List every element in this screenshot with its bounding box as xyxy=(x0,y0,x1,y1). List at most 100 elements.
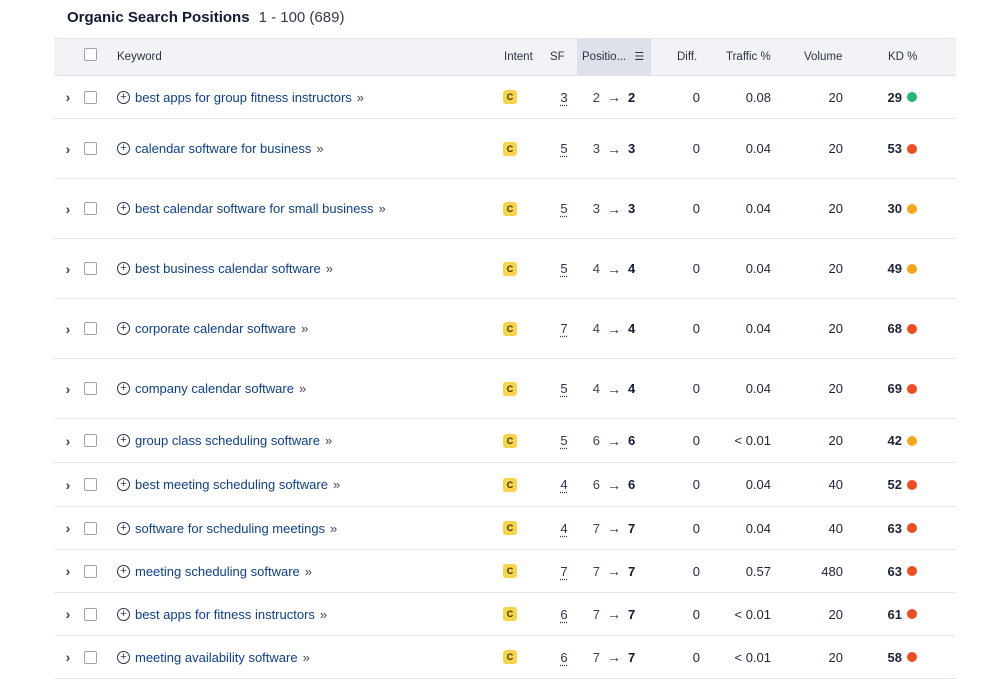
chevron-right-icon[interactable]: › xyxy=(66,433,71,449)
table-row[interactable]: › + group class scheduling software » C 5 6 → 6 0… xyxy=(54,419,956,463)
serp-features-link[interactable]: 6 xyxy=(560,650,567,665)
keyword-link[interactable]: best meeting scheduling software xyxy=(135,477,328,492)
chevron-right-icon[interactable]: › xyxy=(66,563,71,579)
chevron-right-icon[interactable]: › xyxy=(66,520,71,536)
row-checkbox[interactable] xyxy=(84,607,97,621)
keyword-link[interactable]: meeting availability software xyxy=(135,650,298,665)
add-keyword-icon[interactable]: + xyxy=(117,521,130,535)
sort-desc-icon[interactable]: ☰ xyxy=(634,51,644,63)
keyword-overview-icon[interactable]: » xyxy=(303,650,310,665)
keyword-overview-icon[interactable]: » xyxy=(326,261,333,276)
col-sf[interactable]: SF xyxy=(550,39,565,75)
intent-badge[interactable]: C xyxy=(503,141,517,156)
add-keyword-icon[interactable]: + xyxy=(117,478,130,491)
keyword-link[interactable]: best apps for fitness instructors xyxy=(135,607,315,622)
row-checkbox[interactable] xyxy=(84,382,97,395)
table-row[interactable]: › + best business calendar software » C 5 4 → 4 0… xyxy=(54,239,956,299)
intent-badge[interactable]: C xyxy=(503,564,517,578)
table-row[interactable]: › + best apps for group fitness instructor… xyxy=(54,76,956,119)
row-checkbox[interactable] xyxy=(84,434,97,447)
col-position[interactable]: Positio... ☰ xyxy=(577,39,651,75)
col-intent[interactable]: Intent xyxy=(504,39,533,75)
table-row[interactable]: › + company calendar software » C 5 4 → 4 0 0.04 20… xyxy=(54,359,956,419)
intent-badge[interactable]: C xyxy=(503,201,517,216)
col-diff[interactable]: Diff. xyxy=(677,39,697,75)
intent-badge[interactable]: C xyxy=(503,521,517,535)
serp-features-link[interactable]: 5 xyxy=(560,141,567,156)
serp-features-link[interactable]: 7 xyxy=(560,564,567,579)
row-checkbox[interactable] xyxy=(84,478,97,491)
row-checkbox[interactable] xyxy=(84,202,97,215)
keyword-link[interactable]: company calendar software xyxy=(135,381,294,396)
row-checkbox[interactable] xyxy=(84,262,97,275)
row-checkbox[interactable] xyxy=(84,322,97,335)
col-kd[interactable]: KD % xyxy=(888,39,917,75)
table-row[interactable]: › + corporate calendar software » C 7 4 → 4 0 0.04… xyxy=(54,299,956,359)
keyword-link[interactable]: group class scheduling software xyxy=(135,433,320,448)
add-keyword-icon[interactable]: + xyxy=(117,650,130,664)
keyword-link[interactable]: best calendar software for small busines… xyxy=(135,201,373,216)
keyword-link[interactable]: meeting scheduling software xyxy=(135,564,300,579)
keyword-overview-icon[interactable]: » xyxy=(357,90,364,105)
chevron-right-icon[interactable]: › xyxy=(66,477,71,493)
chevron-right-icon[interactable]: › xyxy=(66,381,71,397)
keyword-link[interactable]: software for scheduling meetings xyxy=(135,521,325,536)
add-keyword-icon[interactable]: + xyxy=(117,322,130,335)
intent-badge[interactable]: C xyxy=(503,261,517,276)
intent-badge[interactable]: C xyxy=(503,321,517,336)
intent-badge[interactable]: C xyxy=(503,650,517,664)
add-keyword-icon[interactable]: + xyxy=(117,382,130,395)
keyword-overview-icon[interactable]: » xyxy=(299,381,306,396)
serp-features-link[interactable]: 5 xyxy=(560,381,567,396)
chevron-right-icon[interactable]: › xyxy=(66,606,71,622)
serp-features-link[interactable]: 5 xyxy=(560,433,567,448)
add-keyword-icon[interactable]: + xyxy=(117,564,130,578)
intent-badge[interactable]: C xyxy=(503,90,517,104)
row-checkbox[interactable] xyxy=(84,142,97,155)
add-keyword-icon[interactable]: + xyxy=(117,202,130,215)
table-row[interactable]: › + meeting availability software » C 6 7 → 7 0 < … xyxy=(54,636,956,679)
keyword-link[interactable]: best business calendar software xyxy=(135,261,321,276)
serp-features-link[interactable]: 6 xyxy=(560,607,567,622)
add-keyword-icon[interactable]: + xyxy=(117,434,130,447)
table-row[interactable]: › + best meeting scheduling software» C 4 6 → 6… xyxy=(54,463,956,507)
chevron-right-icon[interactable]: › xyxy=(66,89,71,105)
keyword-overview-icon[interactable]: » xyxy=(301,321,308,336)
col-volume[interactable]: Volume xyxy=(804,39,842,75)
keyword-overview-icon[interactable]: » xyxy=(316,141,323,156)
row-checkbox[interactable] xyxy=(84,521,97,535)
chevron-right-icon[interactable]: › xyxy=(66,201,71,217)
keyword-overview-icon[interactable]: » xyxy=(333,477,340,492)
select-all-checkbox[interactable] xyxy=(84,48,97,61)
table-row[interactable]: › + best apps for fitness instructors » C 6 7 →… xyxy=(54,593,956,636)
keyword-overview-icon[interactable]: » xyxy=(325,433,332,448)
add-keyword-icon[interactable]: + xyxy=(117,262,130,275)
keyword-overview-icon[interactable]: » xyxy=(378,201,385,216)
intent-badge[interactable]: C xyxy=(503,477,517,492)
chevron-right-icon[interactable]: › xyxy=(66,321,71,337)
serp-features-link[interactable]: 4 xyxy=(560,521,567,536)
row-checkbox[interactable] xyxy=(84,90,97,104)
chevron-right-icon[interactable]: › xyxy=(66,261,71,277)
keyword-link[interactable]: calendar software for business xyxy=(135,141,311,156)
row-checkbox[interactable] xyxy=(84,650,97,664)
keyword-link[interactable]: best apps for group fitness instructors xyxy=(135,90,352,105)
keyword-overview-icon[interactable]: » xyxy=(305,564,312,579)
keyword-overview-icon[interactable]: » xyxy=(330,521,337,536)
serp-features-link[interactable]: 5 xyxy=(560,261,567,276)
serp-features-link[interactable]: 4 xyxy=(560,477,567,492)
intent-badge[interactable]: C xyxy=(503,381,517,396)
chevron-right-icon[interactable]: › xyxy=(66,649,71,665)
keyword-overview-icon[interactable]: » xyxy=(320,607,327,622)
serp-features-link[interactable]: 7 xyxy=(560,321,567,336)
serp-features-link[interactable]: 3 xyxy=(560,90,567,105)
table-row[interactable]: › + software for scheduling meetings» C 4 7 → 7… xyxy=(54,507,956,550)
add-keyword-icon[interactable]: + xyxy=(117,142,130,155)
table-row[interactable]: › + meeting scheduling software » C 7 7 → 7 0 0.57… xyxy=(54,550,956,593)
keyword-link[interactable]: corporate calendar software xyxy=(135,321,296,336)
add-keyword-icon[interactable]: + xyxy=(117,607,130,621)
serp-features-link[interactable]: 5 xyxy=(560,201,567,216)
col-traffic[interactable]: Traffic % xyxy=(726,39,771,75)
add-keyword-icon[interactable]: + xyxy=(117,90,130,104)
intent-badge[interactable]: C xyxy=(503,607,517,621)
